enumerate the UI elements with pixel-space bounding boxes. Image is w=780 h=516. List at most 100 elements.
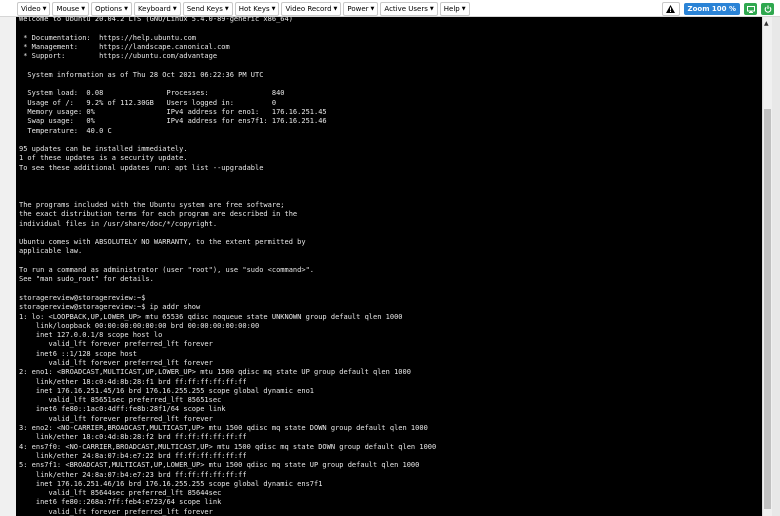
menu-mouse[interactable]: Mouse ▼ <box>52 2 90 16</box>
caret-down-icon: ▼ <box>42 6 47 12</box>
kvm-toolbar: Video ▼ Mouse ▼ Options ▼ Keyboard ▼ Send Ke… <box>0 0 780 17</box>
terminal-line: link/ether 18:c0:4d:8b:28:f2 brd ff:ff:f… <box>19 433 247 442</box>
terminal-line: * Support: https://ubuntu.com/advantage <box>19 52 218 61</box>
menu-label: Active Users <box>384 5 428 13</box>
terminal-line: Welcome to Ubuntu 20.04.2 LTS (GNU/Linux… <box>19 17 293 23</box>
terminal-line: link/ether 24:8a:07:b4:e7:22 brd ff:ff:f… <box>19 451 247 460</box>
monitor-button[interactable] <box>744 3 757 15</box>
terminal-line: 2: eno1: <BROADCAST,MULTICAST,UP,LOWER_U… <box>19 368 411 377</box>
terminal-line: Memory usage: 0% IPv4 address for eno1: … <box>19 107 327 116</box>
menu-label: Video <box>21 5 41 13</box>
window-edge <box>772 17 780 516</box>
terminal-line: Swap usage: 0% IPv4 address for ens7f1: … <box>19 117 327 126</box>
terminal-line: inet6 fe80::268a:7ff:feb4:e723/64 scope … <box>19 498 222 507</box>
terminal-line: valid_lft 85644sec preferred_lft 85644se… <box>19 489 222 498</box>
menu-help[interactable]: Help ▼ <box>439 2 470 16</box>
menu-send-keys[interactable]: Send Keys ▼ <box>182 2 233 16</box>
terminal-line: inet 127.0.0.1/8 scope host lo <box>19 331 163 340</box>
power-icon <box>764 5 771 13</box>
warning-button[interactable] <box>661 2 680 16</box>
menu-video-record[interactable]: Video Record ▼ <box>281 2 342 16</box>
caret-down-icon: ▼ <box>461 6 466 12</box>
terminal-line: link/loopback 00:00:00:00:00:00 brd 00:0… <box>19 321 260 330</box>
menu-label: Keyboard <box>137 5 171 13</box>
terminal-line: Usage of /: 9.2% of 112.30GB Users logge… <box>19 98 277 107</box>
caret-down-icon: ▼ <box>271 6 276 12</box>
warning-triangle-icon <box>666 5 675 13</box>
menu-options[interactable]: Options ▼ <box>91 2 132 16</box>
terminal-line: System information as of Thu 28 Oct 2021… <box>19 70 264 79</box>
terminal-line: To run a command as administrator (user … <box>19 266 315 275</box>
terminal-line: System load: 0.08 Processes: 840 <box>19 89 285 98</box>
menu-keyboard[interactable]: Keyboard ▼ <box>133 2 181 16</box>
terminal-line: valid_lft forever preferred_lft forever <box>19 340 213 349</box>
caret-down-icon: ▼ <box>224 6 229 12</box>
power-button[interactable] <box>761 3 774 15</box>
menu-active-users[interactable]: Active Users ▼ <box>380 2 438 16</box>
terminal-line: 5: ens7f1: <BROADCAST,MULTICAST,UP,LOWER… <box>19 461 420 470</box>
terminal-line: storagereview@storagereview:~$ <box>19 293 146 302</box>
terminal-line: valid_lft 85651sec preferred_lft 85651se… <box>19 396 222 405</box>
terminal-output: Welcome to Ubuntu 20.04.2 LTS (GNU/Linux… <box>19 17 436 516</box>
terminal-line: storagereview@storagereview:~$ ip addr s… <box>19 303 201 312</box>
toolbar-right: Zoom 100 % <box>661 2 774 16</box>
terminal-line: * Documentation: https://help.ubuntu.com <box>19 33 197 42</box>
menu-label: Options <box>95 5 123 13</box>
terminal-line: The programs included with the Ubuntu sy… <box>19 200 285 209</box>
scroll-up-arrow-icon[interactable]: ▲ <box>764 20 769 27</box>
caret-down-icon: ▼ <box>333 6 338 12</box>
menu-hot-keys[interactable]: Hot Keys ▼ <box>234 2 280 16</box>
terminal-line: the exact distribution terms for each pr… <box>19 210 298 219</box>
terminal-line: inet 176.16.251.45/16 brd 176.16.255.255… <box>19 386 315 395</box>
terminal-line: 3: eno2: <NO-CARRIER,BROADCAST,MULTICAST… <box>19 424 428 433</box>
terminal-line: inet 176.16.251.46/16 brd 176.16.255.255… <box>19 479 323 488</box>
terminal-line: Temperature: 40.0 C <box>19 126 112 135</box>
terminal-line: To see these additional updates run: apt… <box>19 163 264 172</box>
caret-down-icon: ▼ <box>124 6 128 12</box>
terminal-line: 95 updates can be installed immediately. <box>19 145 188 154</box>
terminal-line: See "man sudo_root" for details. <box>19 275 154 284</box>
caret-down-icon: ▼ <box>370 6 375 12</box>
menu-label: Help <box>443 5 460 13</box>
terminal-line: valid_lft forever preferred_lft forever <box>19 414 213 423</box>
menu-video[interactable]: Video ▼ <box>17 2 51 16</box>
caret-down-icon: ▼ <box>172 6 177 12</box>
terminal-line: link/ether 24:8a:07:b4:e7:23 brd ff:ff:f… <box>19 470 247 479</box>
monitor-icon <box>746 5 755 13</box>
caret-down-icon: ▼ <box>429 6 434 12</box>
vertical-scrollbar[interactable]: ▲ <box>762 17 772 516</box>
menu-label: Mouse <box>56 5 80 13</box>
menu-power[interactable]: Power ▼ <box>343 2 379 16</box>
terminal-line: 1: lo: <LOOPBACK,UP,LOWER_UP> mtu 65536 … <box>19 312 403 321</box>
terminal-line: applicable law. <box>19 247 83 256</box>
terminal-line: individual files in /usr/share/doc/*/cop… <box>19 219 218 228</box>
terminal-line: inet6 ::1/128 scope host <box>19 349 138 358</box>
terminal-line: Ubuntu comes with ABSOLUTELY NO WARRANTY… <box>19 238 306 247</box>
menu-bar: Video ▼ Mouse ▼ Options ▼ Keyboard ▼ Send Ke… <box>17 2 470 16</box>
menu-label: Send Keys <box>186 5 223 13</box>
zoom-button[interactable]: Zoom 100 % <box>683 3 740 15</box>
terminal-line: link/ether 18:c0:4d:8b:28:f1 brd ff:ff:f… <box>19 377 247 386</box>
terminal-line: inet6 fe80::1ac0:4dff:fe8b:28f1/64 scope… <box>19 405 226 414</box>
terminal-line: valid_lft forever preferred_lft forever <box>19 507 213 516</box>
caret-down-icon: ▼ <box>81 6 86 12</box>
menu-label: Video Record <box>285 5 332 13</box>
menu-label: Power <box>347 5 369 13</box>
terminal-line: valid_lft forever preferred_lft forever <box>19 358 213 367</box>
terminal-screen[interactable]: Welcome to Ubuntu 20.04.2 LTS (GNU/Linux… <box>16 17 762 516</box>
terminal-line: * Management: https://landscape.canonica… <box>19 42 230 51</box>
scrollbar-thumb[interactable] <box>764 109 771 509</box>
menu-label: Hot Keys <box>238 5 270 13</box>
terminal-line: 1 of these updates is a security update. <box>19 154 188 163</box>
terminal-line: 4: ens7f0: <NO-CARRIER,BROADCAST,MULTICA… <box>19 442 437 451</box>
